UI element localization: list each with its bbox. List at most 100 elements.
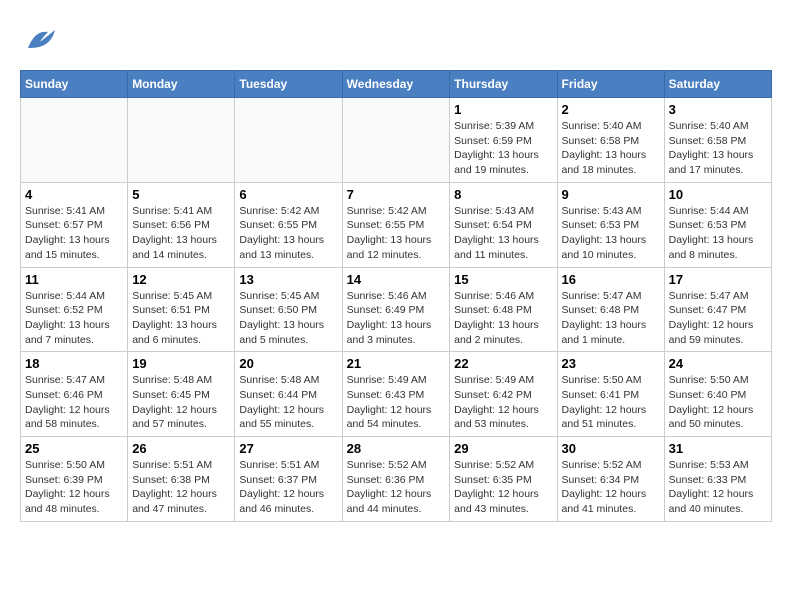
day-number: 31	[669, 441, 767, 456]
col-header-monday: Monday	[128, 71, 235, 98]
day-number: 20	[239, 356, 337, 371]
day-info: Sunrise: 5:45 AM Sunset: 6:50 PM Dayligh…	[239, 289, 337, 348]
col-header-friday: Friday	[557, 71, 664, 98]
calendar-cell: 14 Sunrise: 5:46 AM Sunset: 6:49 PM Dayli…	[342, 267, 450, 352]
day-info: Sunrise: 5:45 AM Sunset: 6:51 PM Dayligh…	[132, 289, 230, 348]
day-info: Sunrise: 5:48 AM Sunset: 6:44 PM Dayligh…	[239, 373, 337, 432]
day-number: 3	[669, 102, 767, 117]
calendar-cell: 12 Sunrise: 5:45 AM Sunset: 6:51 PM Dayli…	[128, 267, 235, 352]
day-number: 12	[132, 272, 230, 287]
calendar-cell: 8Sunrise: 5:43 AM Sunset: 6:54 PM Daylig…	[450, 182, 557, 267]
day-info: Sunrise: 5:40 AM Sunset: 6:58 PM Dayligh…	[562, 119, 660, 178]
logo-bird-icon	[20, 20, 60, 60]
calendar-header-row: SundayMondayTuesdayWednesdayThursdayFrid…	[21, 71, 772, 98]
day-number: 23	[562, 356, 660, 371]
day-number: 9	[562, 187, 660, 202]
calendar-cell: 5 Sunrise: 5:41 AM Sunset: 6:56 PM Daylig…	[128, 182, 235, 267]
day-info: Sunrise: 5:48 AM Sunset: 6:45 PM Dayligh…	[132, 373, 230, 432]
day-info: Sunrise: 5:41 AM Sunset: 6:56 PM Dayligh…	[132, 204, 230, 263]
calendar-cell	[235, 98, 342, 183]
day-info: Sunrise: 5:50 AM Sunset: 6:41 PM Dayligh…	[562, 373, 660, 432]
day-number: 26	[132, 441, 230, 456]
calendar-cell: 1Sunrise: 5:39 AM Sunset: 6:59 PM Daylig…	[450, 98, 557, 183]
day-info: Sunrise: 5:47 AM Sunset: 6:46 PM Dayligh…	[25, 373, 123, 432]
day-number: 10	[669, 187, 767, 202]
calendar-cell: 19Sunrise: 5:48 AM Sunset: 6:45 PM Dayli…	[128, 352, 235, 437]
day-number: 2	[562, 102, 660, 117]
day-info: Sunrise: 5:52 AM Sunset: 6:36 PM Dayligh…	[347, 458, 446, 517]
calendar-cell: 17 Sunrise: 5:47 AM Sunset: 6:47 PM Dayli…	[664, 267, 771, 352]
day-info: Sunrise: 5:42 AM Sunset: 6:55 PM Dayligh…	[239, 204, 337, 263]
day-number: 4	[25, 187, 123, 202]
calendar-cell: 20 Sunrise: 5:48 AM Sunset: 6:44 PM Dayli…	[235, 352, 342, 437]
calendar-week-row: 11Sunrise: 5:44 AM Sunset: 6:52 PM Dayli…	[21, 267, 772, 352]
day-number: 17	[669, 272, 767, 287]
calendar-cell: 27Sunrise: 5:51 AM Sunset: 6:37 PM Dayli…	[235, 437, 342, 522]
calendar-cell: 24 Sunrise: 5:50 AM Sunset: 6:40 PM Dayli…	[664, 352, 771, 437]
col-header-sunday: Sunday	[21, 71, 128, 98]
calendar-cell: 16 Sunrise: 5:47 AM Sunset: 6:48 PM Dayli…	[557, 267, 664, 352]
day-info: Sunrise: 5:42 AM Sunset: 6:55 PM Dayligh…	[347, 204, 446, 263]
day-info: Sunrise: 5:51 AM Sunset: 6:38 PM Dayligh…	[132, 458, 230, 517]
day-info: Sunrise: 5:47 AM Sunset: 6:47 PM Dayligh…	[669, 289, 767, 348]
calendar-week-row: 25 Sunrise: 5:50 AM Sunset: 6:39 PM Dayli…	[21, 437, 772, 522]
calendar-cell: 29 Sunrise: 5:52 AM Sunset: 6:35 PM Dayli…	[450, 437, 557, 522]
calendar-week-row: 18 Sunrise: 5:47 AM Sunset: 6:46 PM Dayli…	[21, 352, 772, 437]
day-info: Sunrise: 5:43 AM Sunset: 6:53 PM Dayligh…	[562, 204, 660, 263]
day-number: 29	[454, 441, 552, 456]
logo	[20, 20, 64, 60]
calendar-cell: 7 Sunrise: 5:42 AM Sunset: 6:55 PM Daylig…	[342, 182, 450, 267]
calendar-cell	[128, 98, 235, 183]
day-number: 15	[454, 272, 552, 287]
day-number: 7	[347, 187, 446, 202]
day-info: Sunrise: 5:46 AM Sunset: 6:48 PM Dayligh…	[454, 289, 552, 348]
day-number: 30	[562, 441, 660, 456]
calendar-cell: 15 Sunrise: 5:46 AM Sunset: 6:48 PM Dayli…	[450, 267, 557, 352]
calendar-cell: 23 Sunrise: 5:50 AM Sunset: 6:41 PM Dayli…	[557, 352, 664, 437]
day-number: 25	[25, 441, 123, 456]
day-info: Sunrise: 5:50 AM Sunset: 6:40 PM Dayligh…	[669, 373, 767, 432]
calendar-cell: 10 Sunrise: 5:44 AM Sunset: 6:53 PM Dayli…	[664, 182, 771, 267]
calendar-cell: 6 Sunrise: 5:42 AM Sunset: 6:55 PM Daylig…	[235, 182, 342, 267]
day-number: 11	[25, 272, 123, 287]
calendar-cell: 30 Sunrise: 5:52 AM Sunset: 6:34 PM Dayli…	[557, 437, 664, 522]
calendar-cell: 25 Sunrise: 5:50 AM Sunset: 6:39 PM Dayli…	[21, 437, 128, 522]
calendar-cell: 9 Sunrise: 5:43 AM Sunset: 6:53 PM Daylig…	[557, 182, 664, 267]
col-header-tuesday: Tuesday	[235, 71, 342, 98]
calendar-cell: 18 Sunrise: 5:47 AM Sunset: 6:46 PM Dayli…	[21, 352, 128, 437]
day-number: 5	[132, 187, 230, 202]
day-info: Sunrise: 5:41 AM Sunset: 6:57 PM Dayligh…	[25, 204, 123, 263]
calendar-cell: 4 Sunrise: 5:41 AM Sunset: 6:57 PM Daylig…	[21, 182, 128, 267]
calendar-cell: 31Sunrise: 5:53 AM Sunset: 6:33 PM Dayli…	[664, 437, 771, 522]
calendar-cell: 11Sunrise: 5:44 AM Sunset: 6:52 PM Dayli…	[21, 267, 128, 352]
calendar-cell: 26 Sunrise: 5:51 AM Sunset: 6:38 PM Dayli…	[128, 437, 235, 522]
day-number: 6	[239, 187, 337, 202]
page-header	[20, 20, 772, 60]
calendar-cell: 21Sunrise: 5:49 AM Sunset: 6:43 PM Dayli…	[342, 352, 450, 437]
day-info: Sunrise: 5:43 AM Sunset: 6:54 PM Dayligh…	[454, 204, 552, 263]
calendar-cell: 13Sunrise: 5:45 AM Sunset: 6:50 PM Dayli…	[235, 267, 342, 352]
day-info: Sunrise: 5:50 AM Sunset: 6:39 PM Dayligh…	[25, 458, 123, 517]
day-number: 27	[239, 441, 337, 456]
calendar-cell: 2 Sunrise: 5:40 AM Sunset: 6:58 PM Daylig…	[557, 98, 664, 183]
day-number: 16	[562, 272, 660, 287]
day-number: 18	[25, 356, 123, 371]
day-info: Sunrise: 5:49 AM Sunset: 6:42 PM Dayligh…	[454, 373, 552, 432]
calendar-week-row: 4 Sunrise: 5:41 AM Sunset: 6:57 PM Daylig…	[21, 182, 772, 267]
day-info: Sunrise: 5:46 AM Sunset: 6:49 PM Dayligh…	[347, 289, 446, 348]
day-info: Sunrise: 5:52 AM Sunset: 6:34 PM Dayligh…	[562, 458, 660, 517]
calendar-cell: 22Sunrise: 5:49 AM Sunset: 6:42 PM Dayli…	[450, 352, 557, 437]
col-header-thursday: Thursday	[450, 71, 557, 98]
calendar-cell	[21, 98, 128, 183]
day-info: Sunrise: 5:40 AM Sunset: 6:58 PM Dayligh…	[669, 119, 767, 178]
day-info: Sunrise: 5:44 AM Sunset: 6:53 PM Dayligh…	[669, 204, 767, 263]
day-number: 14	[347, 272, 446, 287]
day-info: Sunrise: 5:47 AM Sunset: 6:48 PM Dayligh…	[562, 289, 660, 348]
day-number: 21	[347, 356, 446, 371]
day-number: 28	[347, 441, 446, 456]
day-number: 24	[669, 356, 767, 371]
calendar-cell: 3 Sunrise: 5:40 AM Sunset: 6:58 PM Daylig…	[664, 98, 771, 183]
col-header-wednesday: Wednesday	[342, 71, 450, 98]
calendar-cell: 28 Sunrise: 5:52 AM Sunset: 6:36 PM Dayli…	[342, 437, 450, 522]
day-info: Sunrise: 5:52 AM Sunset: 6:35 PM Dayligh…	[454, 458, 552, 517]
